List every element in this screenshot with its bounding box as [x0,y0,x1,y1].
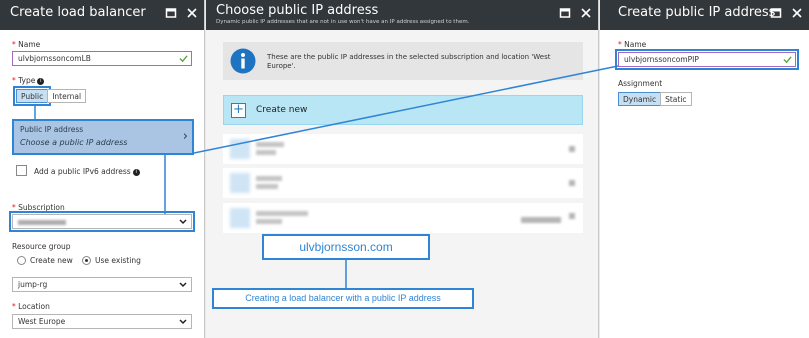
rg-label: Resource group [12,242,71,251]
public-ip-selector[interactable]: Public IP address Choose a public IP add… [12,119,194,155]
blurred-ip-status [569,213,575,219]
blurred-ip-detail [256,184,278,189]
blade-title: Choose public IP address [216,3,379,18]
location-select[interactable]: West Europe [12,314,192,329]
watermark: ulvbjornsson.com [262,234,430,260]
rg-existing-label: Use existing [95,256,141,265]
assignment-dynamic-option[interactable]: Dynamic [618,92,662,106]
type-label: * Type i [12,76,45,85]
valid-check-icon [783,56,792,64]
info-icon [230,48,256,74]
chevron-right-icon: › [182,129,188,144]
close-icon[interactable] [580,7,592,19]
chevron-down-icon [179,319,187,325]
location-label: * Location [12,302,50,311]
maximize-icon[interactable] [165,7,177,19]
create-public-ip-blade: Create public IP address * Name ulvbjorn… [600,0,809,338]
valid-check-icon [179,55,188,63]
maximize-icon[interactable] [770,7,782,19]
blurred-subscription [18,219,66,225]
name-input[interactable]: ulvbjornssoncomLB [12,51,192,66]
chevron-down-icon [179,282,187,288]
pip-name-input[interactable]: ulvbjornssoncomPIP [615,49,799,70]
blurred-ip-value [569,180,575,186]
info-banner: These are the public IP addresses in the… [223,42,583,80]
info-icon: i [37,78,45,85]
blurred-ip-detail [256,219,282,224]
close-icon[interactable] [186,7,198,19]
blade-header: Create load balancer [0,0,204,30]
blurred-ip-name [256,176,282,181]
assignment-label: Assignment [618,79,663,88]
ipv6-label: Add a public IPv6 address i [34,167,140,176]
ip-list-item[interactable] [223,168,583,198]
rg-create-label: Create new [30,256,73,265]
pip-name-label: * Name [618,40,647,49]
type-toggle[interactable]: Public Internal [12,86,87,106]
assignment-static-option[interactable]: Static [660,92,692,106]
maximize-icon[interactable] [559,7,571,19]
close-icon[interactable] [791,7,803,19]
caption: Creating a load balancer with a public I… [212,288,474,309]
create-new-ip-button[interactable]: + Create new [223,95,583,125]
name-label: * Name [12,40,41,49]
rg-create-radio[interactable] [17,256,26,265]
subscription-select[interactable] [9,211,195,232]
rg-existing-radio[interactable] [82,256,91,265]
blade-header: Create public IP address [600,0,809,30]
subscription-label: * Subscription [12,203,65,212]
ip-resource-icon [230,139,250,159]
pip-label: Public IP address [20,125,84,134]
ip-resource-icon [230,208,250,228]
blade-title: Create public IP address [618,5,776,20]
create-new-label: Create new [256,105,308,115]
rg-select[interactable]: jump-rg [12,277,192,292]
blurred-ip-value [569,146,575,152]
blade-subtitle: Dynamic public IP addresses that are not… [216,19,470,25]
info-text: These are the public IP addresses in the… [267,53,551,70]
blurred-ip-detail [256,150,276,155]
ipv6-checkbox[interactable] [16,165,27,176]
type-public-option[interactable]: Public [12,86,52,106]
info-icon: i [132,169,140,176]
blurred-ip-value [521,217,561,223]
portal-stage: Create load balancer * Name ulvbjornsson… [0,0,809,338]
pip-value: Choose a public IP address [20,138,128,147]
blade-title: Create load balancer [10,5,146,20]
chevron-down-icon [179,219,187,225]
ip-list-item[interactable] [223,134,583,164]
blurred-ip-name [256,211,308,216]
ip-list-item[interactable] [223,203,583,233]
type-internal-option[interactable]: Internal [47,89,87,103]
ip-resource-icon [230,173,250,193]
assignment-toggle[interactable]: Dynamic Static [618,92,692,106]
blurred-ip-name [256,142,284,147]
blade-header: Choose public IP address Dynamic public … [206,0,598,30]
create-load-balancer-blade: Create load balancer * Name ulvbjornsson… [0,0,205,338]
plus-icon: + [231,103,246,118]
